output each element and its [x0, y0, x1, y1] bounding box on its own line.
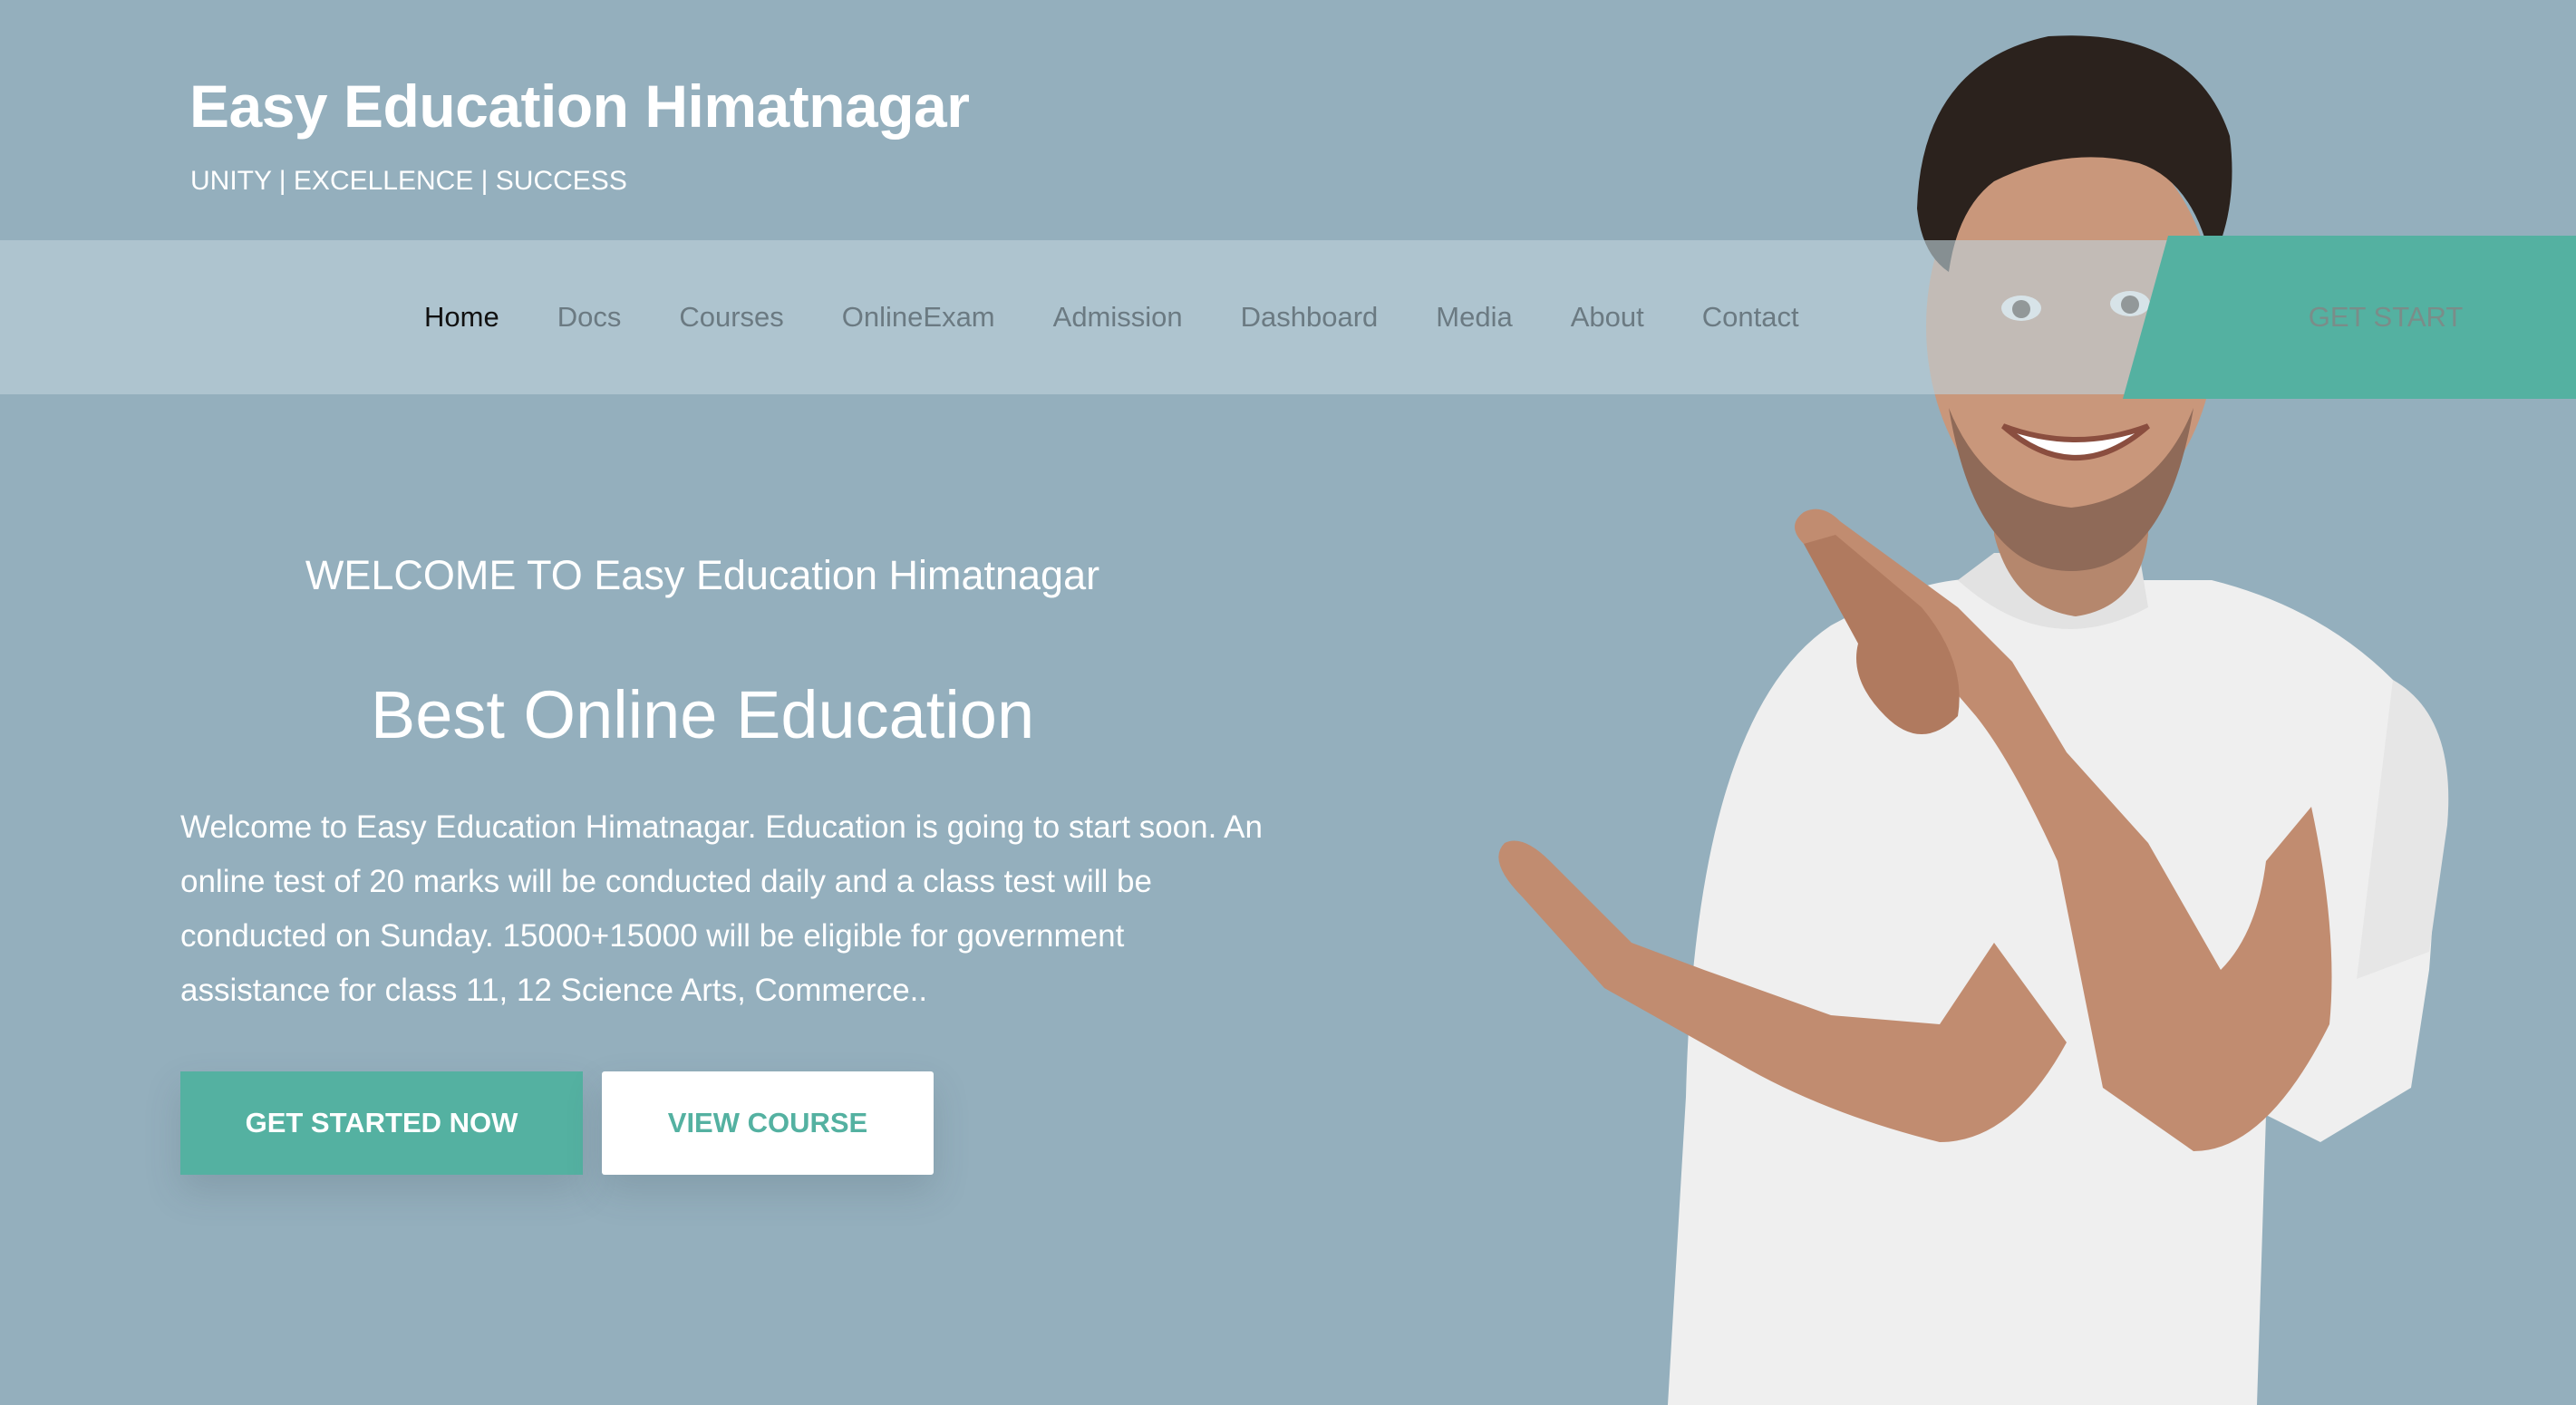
- view-course-button[interactable]: VIEW COURSE: [602, 1071, 934, 1175]
- nav-link-dashboard[interactable]: Dashboard: [1241, 301, 1379, 334]
- nav-link-onlineexam[interactable]: OnlineExam: [842, 301, 995, 334]
- hero-headline: Best Online Education: [370, 677, 1035, 752]
- get-started-now-button[interactable]: GET STARTED NOW: [180, 1071, 583, 1175]
- nav-link-courses[interactable]: Courses: [679, 301, 783, 334]
- nav-link-home[interactable]: Home: [424, 301, 499, 334]
- get-start-label: GET START: [2308, 301, 2464, 333]
- nav-link-docs[interactable]: Docs: [557, 301, 622, 334]
- site-title[interactable]: Easy Education Himatnagar: [189, 73, 970, 141]
- site-tagline: UNITY | EXCELLENCE | SUCCESS: [190, 166, 627, 196]
- nav-links: Home Docs Courses OnlineExam Admission D…: [424, 240, 1799, 394]
- hero-welcome-text: WELCOME TO Easy Education Himatnagar: [305, 552, 1100, 598]
- hero-description: Welcome to Easy Education Himatnagar. Ed…: [180, 809, 1263, 1008]
- nav-link-contact[interactable]: Contact: [1702, 301, 1799, 334]
- get-start-button[interactable]: GET START: [2123, 236, 2576, 399]
- nav-link-about[interactable]: About: [1571, 301, 1644, 334]
- nav-link-admission[interactable]: Admission: [1053, 301, 1183, 334]
- nav-link-media[interactable]: Media: [1436, 301, 1512, 334]
